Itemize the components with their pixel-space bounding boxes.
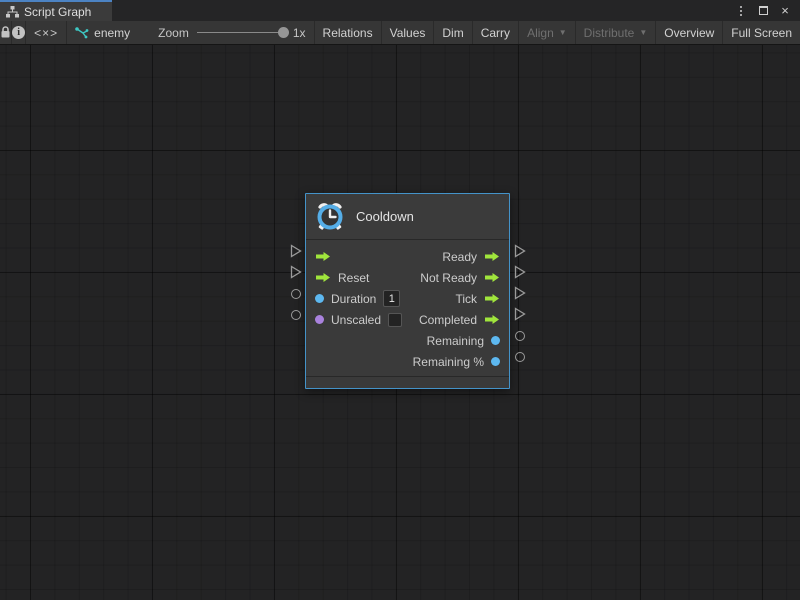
node-ports: Ready Reset Not Ready: [306, 240, 509, 376]
ext-output-value-port[interactable]: [515, 331, 525, 341]
port-row-remaining: Remaining: [306, 330, 509, 351]
chevron-down-icon: ▼: [559, 28, 567, 37]
distribute-dropdown[interactable]: Distribute▼: [575, 21, 656, 44]
input-port-duration[interactable]: Duration 1: [306, 290, 400, 307]
info-icon: i: [12, 26, 25, 39]
output-port-ready[interactable]: Ready: [442, 250, 509, 264]
dim-button[interactable]: Dim: [433, 21, 471, 44]
code-icon: <×>: [34, 26, 58, 40]
window-controls: ×: [733, 0, 800, 21]
full-screen-button[interactable]: Full Screen: [722, 21, 800, 44]
value-port-dot: [491, 357, 500, 366]
lock-icon: [0, 26, 11, 39]
unscaled-checkbox[interactable]: [388, 313, 402, 327]
flow-arrow-icon: [484, 272, 500, 283]
port-row-remaining-pct: Remaining %: [306, 351, 509, 372]
info-button[interactable]: i: [12, 21, 26, 44]
output-port-completed[interactable]: Completed: [419, 313, 509, 327]
value-port-dot: [315, 294, 324, 303]
carry-button[interactable]: Carry: [472, 21, 518, 44]
flow-arrow-icon: [484, 251, 500, 262]
ext-output-flow-port[interactable]: [514, 286, 526, 300]
flow-arrow-icon: [315, 272, 331, 283]
maximize-icon[interactable]: [755, 3, 771, 19]
ext-input-value-port[interactable]: [291, 310, 301, 320]
close-icon[interactable]: ×: [777, 3, 793, 19]
duration-field[interactable]: 1: [383, 290, 400, 307]
titlebar: Script Graph ×: [0, 0, 800, 21]
values-button[interactable]: Values: [381, 21, 434, 44]
port-row-duration-tick: Duration 1 Tick: [306, 288, 509, 309]
toolbar-buttons: Relations Values Dim Carry Align▼ Distri…: [314, 21, 800, 44]
zoom-control: Zoom 1x: [150, 21, 313, 44]
port-row-enter-ready: Ready: [306, 246, 509, 267]
output-port-not-ready[interactable]: Not Ready: [420, 271, 509, 285]
zoom-slider[interactable]: [197, 32, 285, 33]
output-port-remaining[interactable]: Remaining: [427, 334, 509, 348]
toolbar: i <×> enemy Zoom 1x Relations Values Dim…: [0, 21, 800, 45]
lock-button[interactable]: [0, 21, 12, 44]
port-row-reset-notready: Reset Not Ready: [306, 267, 509, 288]
alarm-clock-icon: [314, 201, 346, 233]
window-menu-icon[interactable]: [733, 3, 749, 19]
tab-script-graph[interactable]: Script Graph: [0, 0, 112, 21]
cooldown-node[interactable]: Cooldown Ready Reset: [305, 193, 510, 389]
ext-input-flow-port[interactable]: [290, 244, 302, 258]
output-port-tick[interactable]: Tick: [455, 292, 509, 306]
align-dropdown[interactable]: Align▼: [518, 21, 575, 44]
value-port-dot: [315, 315, 324, 324]
chevron-down-icon: ▼: [639, 28, 647, 37]
port-row-unscaled-completed: Unscaled Completed: [306, 309, 509, 330]
value-port-dot: [491, 336, 500, 345]
flow-arrow-icon: [315, 251, 331, 262]
script-graph-window: Script Graph × i <×>: [0, 0, 800, 600]
graph-reference-label: enemy: [94, 26, 130, 40]
tab-label: Script Graph: [24, 5, 91, 19]
zoom-value: 1x: [293, 26, 306, 40]
input-port-enter[interactable]: [306, 251, 331, 262]
graph-hierarchy-icon: [6, 6, 19, 18]
graph-canvas[interactable]: Cooldown Ready Reset: [0, 45, 800, 600]
graph-reference[interactable]: enemy: [67, 21, 138, 44]
relations-button[interactable]: Relations: [314, 21, 381, 44]
ext-input-flow-port[interactable]: [290, 265, 302, 279]
node-title: Cooldown: [356, 209, 414, 224]
script-graph-icon: [75, 27, 89, 39]
flow-arrow-icon: [484, 314, 500, 325]
node-footer: [306, 376, 509, 388]
input-port-reset[interactable]: Reset: [306, 271, 369, 285]
zoom-label: Zoom: [158, 26, 189, 40]
input-port-unscaled[interactable]: Unscaled: [306, 313, 402, 327]
flow-arrow-icon: [484, 293, 500, 304]
output-port-remaining-percent[interactable]: Remaining %: [413, 355, 509, 369]
code-preview-button[interactable]: <×>: [26, 21, 67, 44]
node-header[interactable]: Cooldown: [306, 194, 509, 240]
ext-output-flow-port[interactable]: [514, 265, 526, 279]
ext-input-value-port[interactable]: [291, 289, 301, 299]
ext-output-value-port[interactable]: [515, 352, 525, 362]
zoom-slider-thumb[interactable]: [278, 27, 289, 38]
overview-button[interactable]: Overview: [655, 21, 722, 44]
ext-output-flow-port[interactable]: [514, 244, 526, 258]
ext-output-flow-port[interactable]: [514, 307, 526, 321]
